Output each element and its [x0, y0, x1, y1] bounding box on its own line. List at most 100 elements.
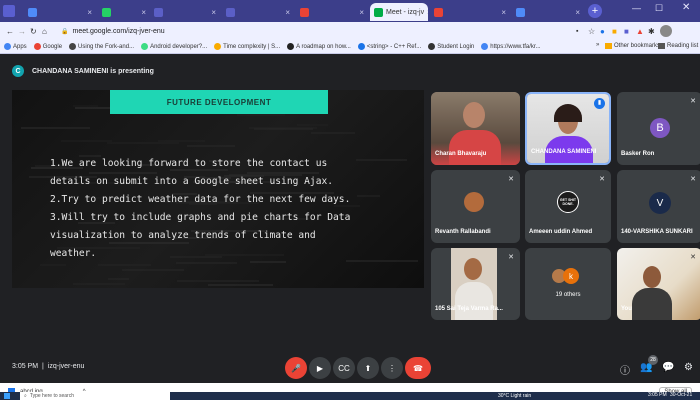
tab-close-icon[interactable]: ×: [501, 8, 506, 17]
back-icon[interactable]: ←: [6, 27, 18, 36]
meeting-details-icon[interactable]: ⓘ: [620, 362, 630, 377]
code-texture-line: [249, 126, 317, 129]
extension-icon[interactable]: ■: [624, 27, 636, 36]
tab-favicon: [300, 7, 309, 17]
close-window-button[interactable]: ✕: [682, 2, 690, 13]
browser-tab[interactable]: ×: [512, 3, 584, 21]
self-tile[interactable]: ✕ You: [617, 248, 700, 320]
extension-icon[interactable]: ▲: [636, 27, 648, 36]
bookmark-item[interactable]: Student Login: [428, 43, 474, 50]
participant-tile[interactable]: B ✕ Basker Ron: [617, 92, 700, 165]
participant-tile[interactable]: ✕ 105 Sai Teja Varma Ra...: [431, 248, 520, 320]
bookmark-item[interactable]: Google: [33, 43, 62, 50]
reading-list-icon: [658, 43, 665, 49]
avatar: B: [650, 118, 670, 138]
bookmark-item[interactable]: <string> - C++ Ref...: [357, 43, 421, 50]
camera-toggle-button[interactable]: ▶: [309, 357, 331, 379]
mic-muted-icon: ✕: [508, 176, 514, 183]
participant-name: Charan Bhavaraju: [435, 151, 487, 157]
browser-tab[interactable]: ×: [150, 3, 220, 21]
tab-close-icon[interactable]: ×: [359, 8, 364, 17]
code-texture-line: [157, 139, 206, 142]
participant-tile[interactable]: Charan Bhavaraju: [431, 92, 520, 165]
code-texture-line: [73, 283, 125, 286]
participant-tile[interactable]: ✕ Revanth Rallabandi: [431, 170, 520, 243]
browser-tab[interactable]: Meet - izq-jv×: [370, 3, 428, 21]
profile-avatar[interactable]: [660, 25, 672, 37]
bookmark-item[interactable]: Apps: [4, 43, 27, 50]
browser-tab[interactable]: ×: [98, 3, 150, 21]
participant-tile[interactable]: ▮ CHANDANA SAMINENI: [525, 92, 611, 165]
face: [463, 102, 485, 128]
tab-close-icon[interactable]: ×: [427, 8, 428, 17]
tab-favicon: [28, 7, 37, 17]
bookmark-item[interactable]: Using the Fork-and...: [69, 43, 134, 50]
bookmark-label: Android developer?...: [150, 43, 208, 50]
bookmark-item[interactable]: https://www.tfa/kr...: [481, 43, 541, 50]
bookmark-icon: [69, 43, 77, 50]
browser-tab[interactable]: ×: [24, 3, 96, 21]
captions-button[interactable]: CC: [333, 357, 355, 379]
browser-tab[interactable]: ×: [222, 3, 294, 21]
avatar: k: [563, 268, 579, 284]
home-icon[interactable]: ⌂: [42, 27, 56, 36]
bookmark-label: Apps: [13, 43, 27, 50]
taskbar-time[interactable]: 3:05 PM: [648, 392, 667, 398]
slide-line: 2.Try to predict weather data for the ne…: [50, 194, 351, 205]
minimize-button[interactable]: —: [632, 3, 641, 13]
url-field[interactable]: 🔒 meet.google.com/izq-jver-enu: [56, 24, 576, 38]
present-button[interactable]: ⬆: [357, 357, 379, 379]
mic-toggle-button[interactable]: 🎤: [285, 357, 307, 379]
bookmarks-overflow-icon[interactable]: »: [596, 42, 599, 48]
bookmark-item[interactable]: Time complexity | S...: [214, 43, 280, 50]
extension-icon[interactable]: ●: [600, 27, 612, 36]
bookmark-item[interactable]: Android developer?...: [141, 43, 207, 50]
meeting-code: izq-jver-enu: [47, 363, 85, 370]
code-texture-line: [72, 105, 99, 108]
taskbar-weather[interactable]: 30°C Light rain: [498, 393, 531, 399]
tab-close-icon[interactable]: ×: [285, 8, 290, 17]
bookmark-label: https://www.tfa/kr...: [490, 43, 541, 50]
meeting-info: 3:05 PM | izq-jver-enu: [12, 363, 84, 370]
taskbar-search-field[interactable]: ⌕ Type here to search: [20, 392, 170, 400]
participant-tile[interactable]: GET SHIT DONE. ✕ Ameeen uddin Ahmed: [525, 170, 611, 243]
more-options-button[interactable]: ⋮: [381, 357, 403, 379]
slide-line: visualization to analyze trends of clima…: [50, 230, 316, 241]
presenter-avatar: C: [12, 65, 24, 77]
camera-icon[interactable]: ▪: [576, 28, 588, 35]
code-texture-line: [39, 263, 66, 266]
speaking-icon: ▮: [594, 98, 605, 109]
browser-tab[interactable]: ×: [296, 3, 368, 21]
browser-tab[interactable]: ×: [430, 3, 510, 21]
bookmark-item[interactable]: A roadmap on how...: [287, 43, 351, 50]
tab-close-icon[interactable]: ×: [211, 8, 216, 17]
reading-list[interactable]: Reading list: [658, 43, 698, 49]
reload-icon[interactable]: ↻: [30, 27, 42, 36]
leave-call-button[interactable]: ☎: [405, 357, 431, 379]
slide-line: 1.We are looking forward to store the co…: [50, 158, 328, 169]
tab-close-icon[interactable]: ×: [141, 8, 146, 17]
people-count-badge: 28: [648, 355, 658, 365]
tab-close-icon[interactable]: ×: [87, 8, 92, 17]
activities-icon[interactable]: ⚙: [684, 362, 693, 373]
participant-name: 105 Sai Teja Varma Ra...: [435, 306, 503, 312]
extensions-puzzle-icon[interactable]: ✱: [648, 27, 660, 36]
participant-name: Revanth Rallabandi: [435, 229, 491, 235]
participant-tile[interactable]: V ✕ 140-VARSHIKA SUNKARI: [617, 170, 700, 243]
forward-icon[interactable]: →: [18, 27, 30, 36]
tab-search-icon[interactable]: [3, 5, 15, 17]
new-tab-button[interactable]: +: [588, 4, 602, 18]
mic-muted-icon: ✕: [690, 176, 696, 183]
windows-start-icon[interactable]: [4, 393, 10, 399]
extension-icon[interactable]: ■: [612, 27, 624, 36]
taskbar-date[interactable]: 30-Oct-21: [670, 392, 692, 398]
star-icon[interactable]: ☆: [588, 27, 600, 36]
chat-icon[interactable]: 💬: [662, 362, 674, 373]
other-bookmarks[interactable]: Other bookmarks: [605, 43, 660, 49]
code-texture-line: [109, 242, 190, 245]
others-tile[interactable]: k 19 others: [525, 248, 611, 320]
address-bar-row: ← → ↻ ⌂ 🔒 meet.google.com/izq-jver-enu ▪…: [0, 22, 700, 40]
code-texture-line: [121, 268, 184, 271]
maximize-button[interactable]: ☐: [655, 3, 663, 14]
tab-close-icon[interactable]: ×: [575, 8, 580, 17]
